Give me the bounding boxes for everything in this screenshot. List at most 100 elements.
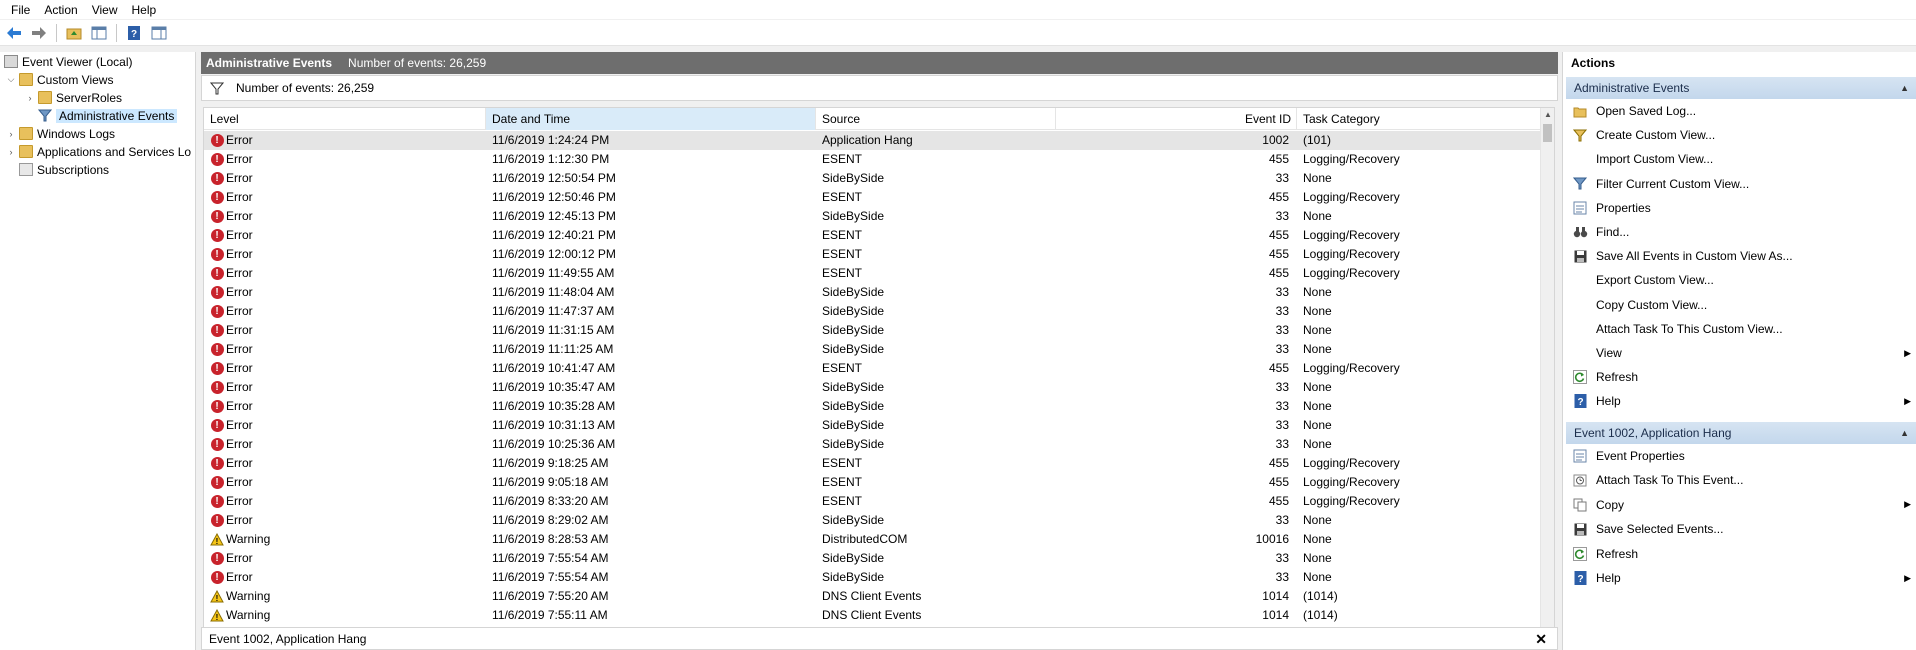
table-row[interactable]: ! Error 11/6/2019 11:47:37 AM SideBySide 33 N…: [204, 302, 1544, 321]
action-refresh[interactable]: Refresh: [1566, 544, 1916, 564]
table-row[interactable]: ! Error 11/6/2019 10:41:47 AM ESENT 455 Loggi…: [204, 359, 1544, 378]
action-help[interactable]: ? Help ▶: [1566, 568, 1916, 588]
collapse-up-icon[interactable]: ▲: [1900, 428, 1909, 438]
help-toolbar-button[interactable]: ?: [123, 22, 145, 44]
tree-item-applications-and-services[interactable]: › Applications and Services Lo: [6, 143, 192, 160]
action-attach-task-to-this-custom-view[interactable]: Attach Task To This Custom View...: [1566, 319, 1916, 339]
level-text: Error: [226, 399, 253, 413]
table-row[interactable]: ! Error 11/6/2019 12:50:54 PM SideBySide 33 N…: [204, 169, 1544, 188]
chevron-right-icon[interactable]: ›: [25, 93, 35, 103]
table-row[interactable]: ! Error 11/6/2019 11:49:55 AM ESENT 455 Loggi…: [204, 264, 1544, 283]
cell-source: SideBySide: [822, 437, 885, 451]
close-icon[interactable]: ✕: [1535, 631, 1547, 648]
menu-help[interactable]: Help: [125, 3, 164, 17]
back-button[interactable]: [3, 22, 25, 44]
show-hide-tree-button[interactable]: [88, 22, 110, 44]
table-row[interactable]: ! Error 11/6/2019 10:25:36 AM SideBySide 33 N…: [204, 435, 1544, 454]
cell-date-and-time: 11/6/2019 10:25:36 AM: [492, 437, 616, 451]
table-row[interactable]: ! Error 11/6/2019 11:48:04 AM SideBySide 33 N…: [204, 283, 1544, 302]
action-event-properties[interactable]: Event Properties: [1566, 446, 1916, 466]
table-row[interactable]: ! Error 11/6/2019 9:18:25 AM ESENT 455 Loggin…: [204, 454, 1544, 473]
action-open-saved-log[interactable]: Open Saved Log...: [1566, 101, 1916, 121]
action-copy[interactable]: Copy ▶: [1566, 495, 1916, 515]
vertical-scrollbar[interactable]: ▲ ▼: [1540, 108, 1554, 650]
chevron-right-icon[interactable]: ›: [6, 147, 16, 157]
table-row[interactable]: ! Error 11/6/2019 11:31:15 AM SideBySide 33 N…: [204, 321, 1544, 340]
action-refresh[interactable]: Refresh: [1566, 367, 1916, 387]
action-export-custom-view[interactable]: Export Custom View...: [1566, 270, 1916, 290]
level-text: Warning: [226, 608, 271, 622]
table-row[interactable]: ! Error 11/6/2019 7:55:54 AM SideBySide 33 No…: [204, 549, 1544, 568]
menu-view[interactable]: View: [85, 3, 125, 17]
filter-icon[interactable]: [210, 82, 224, 95]
forward-button[interactable]: [28, 22, 50, 44]
tree-item-serverroles[interactable]: › ServerRoles: [25, 89, 123, 106]
cell-level: ! Error: [210, 397, 480, 416]
show-hide-action-pane-button[interactable]: [148, 22, 170, 44]
action-view[interactable]: View ▶: [1566, 343, 1916, 363]
action-label: Filter Current Custom View...: [1596, 176, 1750, 191]
level-text: Error: [226, 228, 253, 242]
action-copy-custom-view[interactable]: Copy Custom View...: [1566, 295, 1916, 315]
table-row[interactable]: ! Error 11/6/2019 7:55:54 AM SideBySide 33 No…: [204, 568, 1544, 587]
table-row[interactable]: ! Error 11/6/2019 12:40:21 PM ESENT 455 Loggi…: [204, 226, 1544, 245]
collapse-up-icon[interactable]: ▲: [1900, 83, 1909, 93]
cell-date-and-time: 11/6/2019 10:31:13 AM: [492, 418, 616, 432]
action-properties[interactable]: Properties: [1566, 198, 1916, 218]
scroll-up-icon[interactable]: ▲: [1541, 108, 1554, 122]
table-row[interactable]: ! Error 11/6/2019 10:31:13 AM SideBySide 33 N…: [204, 416, 1544, 435]
table-row[interactable]: ! Error 11/6/2019 1:12:30 PM ESENT 455 Loggin…: [204, 150, 1544, 169]
tree-item-custom-views[interactable]: ⌵ Custom Views: [6, 71, 114, 88]
table-row[interactable]: ! Error 11/6/2019 8:33:20 AM ESENT 455 Loggin…: [204, 492, 1544, 511]
action-attach-task-to-this-event[interactable]: Attach Task To This Event...: [1566, 470, 1916, 490]
action-filter-current-custom-view[interactable]: Filter Current Custom View...: [1566, 174, 1916, 194]
action-save-selected-events[interactable]: Save Selected Events...: [1566, 519, 1916, 539]
table-row[interactable]: ! Error 11/6/2019 12:50:46 PM ESENT 455 Loggi…: [204, 188, 1544, 207]
cell-task-category: None: [1303, 532, 1332, 546]
action-help[interactable]: ? Help ▶: [1566, 391, 1916, 411]
actions-section-administrative-events[interactable]: Administrative Events ▲: [1566, 77, 1916, 99]
chevron-down-icon[interactable]: ⌵: [6, 74, 16, 85]
level-text: Error: [226, 475, 253, 489]
cell-event-id: 1014: [1262, 589, 1289, 603]
cell-source: SideBySide: [822, 323, 885, 337]
up-folder-button[interactable]: [63, 22, 85, 44]
table-row[interactable]: ! Error 11/6/2019 9:05:18 AM ESENT 455 Loggin…: [204, 473, 1544, 492]
event-detail-header: Event 1002, Application Hang ✕: [201, 627, 1558, 650]
error-icon: !: [210, 267, 224, 281]
table-row[interactable]: ! Error 11/6/2019 12:00:12 PM ESENT 455 Loggi…: [204, 245, 1544, 264]
cell-source: ESENT: [822, 152, 863, 166]
column-header-level[interactable]: Level: [204, 108, 486, 130]
svg-text:!: !: [216, 613, 219, 622]
table-row[interactable]: ! Warning 11/6/2019 7:55:20 AM DNS Client E…: [204, 587, 1544, 606]
action-import-custom-view[interactable]: Import Custom View...: [1566, 149, 1916, 169]
table-row[interactable]: ! Error 11/6/2019 10:35:47 AM SideBySide 33 N…: [204, 378, 1544, 397]
action-save-all-events-in-custom-view-as[interactable]: Save All Events in Custom View As...: [1566, 246, 1916, 266]
table-row[interactable]: ! Error 11/6/2019 11:11:25 AM SideBySide 33 N…: [204, 340, 1544, 359]
actions-section-event[interactable]: Event 1002, Application Hang ▲: [1566, 422, 1916, 444]
table-row[interactable]: ! Error 11/6/2019 8:29:02 AM SideBySide 33 No…: [204, 511, 1544, 530]
action-create-custom-view[interactable]: Create Custom View...: [1566, 125, 1916, 145]
table-row[interactable]: ! Error 11/6/2019 1:24:24 PM Application Ha…: [204, 131, 1544, 150]
column-header-source[interactable]: Source: [816, 108, 1056, 130]
table-row[interactable]: ! Warning 11/6/2019 8:28:53 AM DistributedC…: [204, 530, 1544, 549]
center-header: Administrative Events Number of events: …: [201, 52, 1558, 74]
scroll-thumb[interactable]: [1543, 124, 1552, 142]
table-row[interactable]: ! Error 11/6/2019 12:45:13 PM SideBySide 33 N…: [204, 207, 1544, 226]
table-row[interactable]: ! Warning 11/6/2019 7:55:11 AM DNS Client E…: [204, 606, 1544, 625]
table-row[interactable]: ! Error 11/6/2019 10:35:28 AM SideBySide 33 N…: [204, 397, 1544, 416]
tree-item-windows-logs[interactable]: › Windows Logs: [6, 125, 116, 142]
action-find[interactable]: Find...: [1566, 222, 1916, 242]
console-tree-icon: [91, 26, 107, 39]
level-text: Error: [226, 285, 253, 299]
menu-file[interactable]: File: [4, 3, 37, 17]
column-header-date-and-time[interactable]: Date and Time: [486, 108, 816, 130]
chevron-right-icon[interactable]: ›: [6, 129, 16, 139]
cell-date-and-time: 11/6/2019 1:12:30 PM: [492, 152, 610, 166]
menu-action[interactable]: Action: [37, 3, 84, 17]
column-header-event-id[interactable]: Event ID: [1056, 108, 1297, 130]
column-header-task-category[interactable]: Task Category: [1297, 108, 1544, 130]
tree-item-event-viewer-local[interactable]: Event Viewer (Local): [4, 53, 133, 70]
tree-item-subscriptions[interactable]: Subscriptions: [19, 161, 109, 178]
tree-item-administrative-events[interactable]: Administrative Events: [38, 107, 178, 124]
